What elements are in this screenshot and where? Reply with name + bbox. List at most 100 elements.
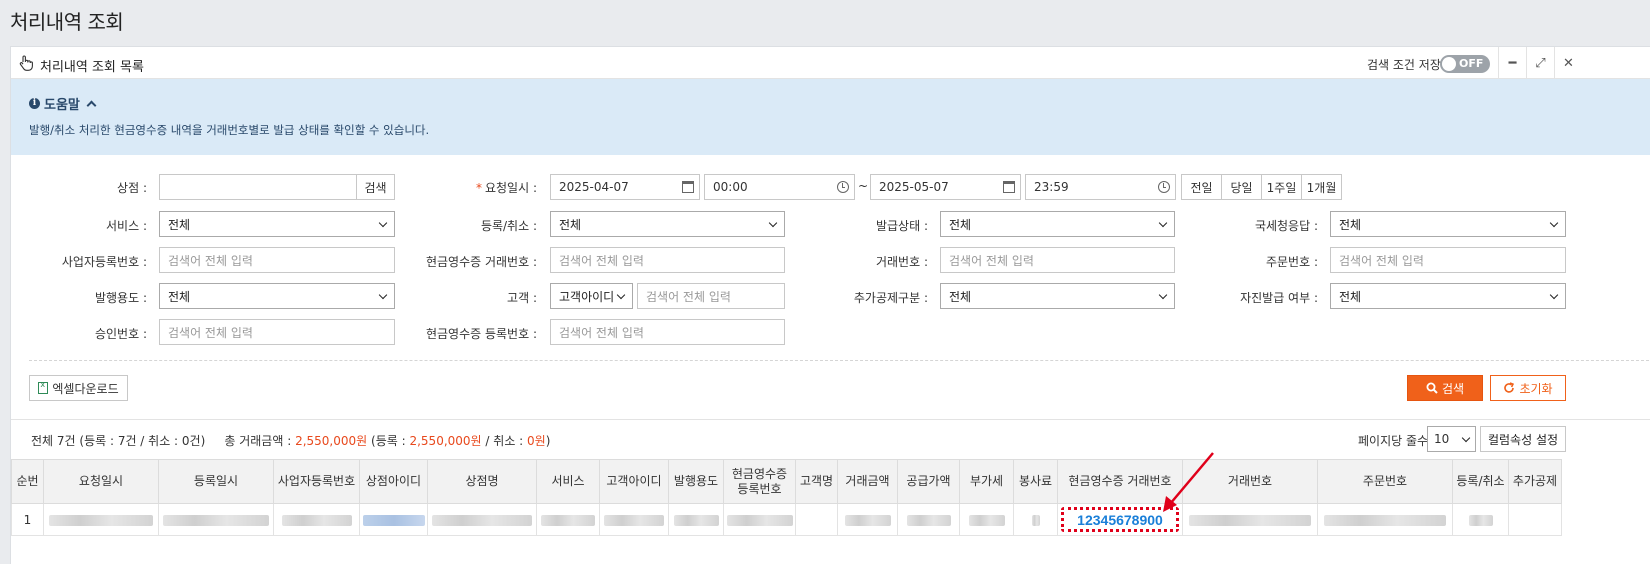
approval-no-input[interactable]: 검색어 전체 입력 [159,319,395,345]
customer-type-select[interactable]: 고객아이디 [550,283,633,309]
excel-download-label: 엑셀다운로드 [52,381,119,396]
order-no-input[interactable]: 검색어 전체 입력 [1330,247,1566,273]
col-header[interactable]: 주문번호 [1317,459,1453,504]
table-header-row: 순번 요청일시 등록일시 사업자등록번호 상점아이디 상점명 서비스 고객아이디… [11,459,1562,504]
per-page-select[interactable]: 10 [1427,426,1476,452]
store-search-button[interactable]: 검색 [356,174,395,200]
col-header[interactable]: 등록일시 [158,459,274,504]
col-header[interactable]: 거래금액 [837,459,898,504]
col-header[interactable]: 등록/취소 [1452,459,1509,504]
col-header[interactable]: 상점아이디 [359,459,428,504]
col-header[interactable]: 서비스 [536,459,600,504]
approval-no-label: 승인번호 : [94,327,147,341]
service-select[interactable]: 전체 [159,211,395,237]
calendar-icon[interactable] [1003,181,1015,193]
results-table: 순번 요청일시 등록일시 사업자등록번호 상점아이디 상점명 서비스 고객아이디… [11,459,1562,536]
range-today-button[interactable]: 당일 [1221,174,1262,200]
biz-no-input[interactable]: 검색어 전체 입력 [159,247,395,273]
redacted-cell [1317,503,1453,536]
store-input[interactable] [159,174,357,200]
receipt-tx-no-link[interactable]: 12345678900 [1077,512,1163,528]
chevron-down-icon [378,290,388,300]
amount-label: 총 거래금액 : [224,434,292,448]
col-header[interactable]: 부가세 [959,459,1014,504]
excel-download-button[interactable]: 엑셀다운로드 [29,375,128,401]
col-header[interactable]: 고객명 [795,459,838,504]
save-condition-toggle[interactable]: OFF [1440,55,1490,73]
order-no-label: 주문번호 : [1265,255,1318,269]
chevron-down-icon [768,218,778,228]
col-header[interactable]: 요청일시 [43,459,159,504]
chevron-down-icon [378,218,388,228]
col-header[interactable]: 순번 [11,459,44,504]
col-header[interactable]: 봉사료 [1013,459,1058,504]
search-button[interactable]: 검색 [1407,375,1483,401]
column-settings-button[interactable]: 컬럼속성 설정 [1480,426,1566,452]
nts-response-select[interactable]: 전체 [1330,211,1566,237]
nts-response-label: 국세청응답 : [1254,219,1318,233]
receipt-tx-no-cell[interactable]: 12345678900 [1057,503,1183,536]
issue-status-label: 발급상태 : [875,219,928,233]
receipt-reg-no-input[interactable]: 검색어 전체 입력 [550,319,785,345]
close-icon: ✕ [1563,55,1574,71]
help-box: i 도움말 발행/취소 처리한 현금영수증 내역을 거래번호별로 발급 상태를 … [11,79,1650,155]
col-header[interactable]: 발행용도 [668,459,724,504]
summary-text: 전체 7건 (등록 : 7건 / 취소 : 0건) 총 거래금액 : 2,550… [31,432,550,449]
chevron-down-icon [616,290,626,300]
redacted-value [49,514,153,526]
amount-close: ) [545,434,551,448]
extra-deduction-label: 추가공제구분 : [853,291,928,305]
redacted-value [1324,514,1446,526]
col-header[interactable]: 사업자등록번호 [273,459,360,504]
tx-no-label: 거래번호 : [875,255,928,269]
per-page-label: 페이지당 줄수 [1358,434,1429,448]
receipt-reg-no-label: 현금영수증 등록번호 : [425,327,537,341]
reg-cancel-select[interactable]: 전체 [550,211,785,237]
calendar-icon[interactable] [682,181,694,193]
customer-input[interactable]: 검색어 전체 입력 [637,283,785,309]
tx-no-input[interactable]: 검색어 전체 입력 [940,247,1175,273]
col-header[interactable]: 거래번호 [1182,459,1318,504]
time-to-input[interactable]: 23:59 [1025,174,1176,200]
search-icon [1426,382,1438,394]
expand-icon: ⤢ [1535,55,1546,71]
redacted-cell [536,503,600,536]
redacted-value [1468,514,1493,526]
redacted-value [541,514,595,526]
table-row[interactable]: 1 12345678900 [11,503,1562,536]
time-from-input[interactable]: 00:00 [704,174,855,200]
col-header[interactable]: 상점명 [427,459,537,504]
close-button[interactable]: ✕ [1554,47,1582,79]
redacted-value[interactable] [362,514,425,526]
expand-button[interactable]: ⤢ [1526,47,1554,79]
issue-status-select[interactable]: 전체 [940,211,1175,237]
date-from-input[interactable]: 2025-04-07 [550,174,700,200]
panel-title: 처리내역 조회 목록 [40,60,144,75]
clock-icon[interactable] [837,181,849,193]
receipt-tx-no-input[interactable]: 검색어 전체 입력 [550,247,785,273]
col-header[interactable]: 현금영수증 등록번호 [723,459,796,504]
chevron-down-icon [1158,290,1168,300]
redacted-cell [158,503,274,536]
extra-deduction-select[interactable]: 전체 [940,283,1175,309]
range-month-button[interactable]: 1개월 [1301,174,1342,200]
minimize-button[interactable]: ━ [1498,47,1526,79]
reset-button[interactable]: 초기화 [1490,375,1566,401]
date-to-input[interactable]: 2025-05-07 [870,174,1021,200]
self-issue-select[interactable]: 전체 [1330,283,1566,309]
help-toggle[interactable]: i 도움말 [29,94,97,113]
col-header[interactable]: 공급가액 [897,459,960,504]
col-header[interactable]: 고객아이디 [599,459,669,504]
extra-deduction-cell [1508,503,1562,536]
redacted-link-cell[interactable] [359,503,428,536]
col-header[interactable]: 추가공제 [1508,459,1562,504]
range-week-button[interactable]: 1주일 [1261,174,1302,200]
redacted-cell [959,503,1014,536]
col-header[interactable]: 현금영수증 거래번호 [1057,459,1183,504]
range-prev-day-button[interactable]: 전일 [1181,174,1222,200]
redacted-cell [1013,503,1058,536]
hand-pointer-icon [19,55,33,71]
redacted-value [604,514,664,526]
clock-icon[interactable] [1158,181,1170,193]
issue-purpose-select[interactable]: 전체 [159,283,395,309]
